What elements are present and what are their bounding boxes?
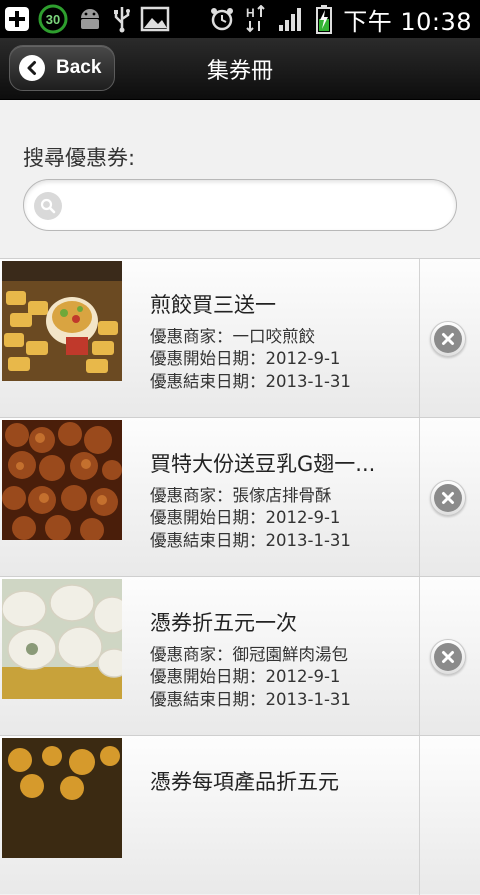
- coupon-title: 憑券折五元一次: [150, 611, 297, 635]
- notification-count: 30: [46, 12, 60, 27]
- coupon-row[interactable]: 憑券折五元一次 優惠商家：御冠園鮮肉湯包 優惠開始日期：2012-9-1 優惠結…: [0, 576, 480, 736]
- row-divider: [419, 736, 420, 895]
- svg-text:H: H: [246, 6, 255, 20]
- coupon-title: 憑券每項產品折五元: [150, 770, 339, 794]
- coupon-merchant: 優惠商家：張傢店排骨酥: [150, 486, 332, 505]
- coupon-start-date: 優惠開始日期：2012-9-1: [150, 667, 341, 686]
- coupon-end-date: 優惠結束日期：2013-1-31: [150, 690, 351, 709]
- delete-button[interactable]: [430, 321, 466, 357]
- coupon-image: [2, 738, 122, 858]
- coupon-row[interactable]: 買特大份送豆乳G翅一... 優惠商家：張傢店排骨酥 優惠開始日期：2012-9-…: [0, 417, 480, 577]
- coupon-image: [2, 261, 122, 381]
- delete-button[interactable]: [430, 639, 466, 675]
- search-box[interactable]: [23, 179, 457, 231]
- title-bar: Back 集券冊: [0, 38, 480, 100]
- coupon-merchant: 優惠商家：御冠園鮮肉湯包: [150, 645, 348, 664]
- notification-30-icon: 30: [38, 4, 68, 34]
- status-time: 下午 10:38: [343, 7, 472, 36]
- alarm-icon: [209, 6, 235, 32]
- row-divider: [419, 577, 420, 736]
- close-icon: [434, 643, 462, 671]
- coupon-title: 買特大份送豆乳G翅一...: [150, 452, 376, 476]
- image-icon: [140, 6, 170, 32]
- search-input[interactable]: [70, 188, 440, 222]
- row-divider: [419, 418, 420, 577]
- add-icon: [4, 6, 30, 32]
- coupon-image: [2, 420, 122, 540]
- row-divider: [419, 259, 420, 418]
- page-title: 集券冊: [206, 59, 273, 84]
- coupon-merchant: 優惠商家：一口咬煎餃: [150, 327, 315, 346]
- coupon-start-date: 優惠開始日期：2012-9-1: [150, 508, 341, 527]
- close-icon: [434, 484, 462, 512]
- usb-icon: [112, 5, 132, 33]
- search-label: 搜尋優惠券:: [23, 146, 136, 170]
- close-icon: [434, 325, 462, 353]
- search-icon: [34, 192, 62, 220]
- data-transfer-icon: H: [245, 5, 267, 33]
- coupon-end-date: 優惠結束日期：2013-1-31: [150, 531, 351, 550]
- status-bar-right: H 下午 10:38: [209, 3, 472, 36]
- coupon-image: [2, 579, 122, 699]
- coupon-row[interactable]: 憑券每項產品折五元: [0, 735, 480, 895]
- android-icon: [76, 5, 104, 33]
- delete-button[interactable]: [430, 480, 466, 516]
- battery-charging-icon: [315, 4, 333, 34]
- signal-icon: [277, 5, 305, 33]
- coupon-list: 煎餃買三送一 優惠商家：一口咬煎餃 優惠開始日期：2012-9-1 優惠結束日期…: [0, 258, 480, 895]
- coupon-end-date: 優惠結束日期：2013-1-31: [150, 372, 351, 391]
- coupon-row[interactable]: 煎餃買三送一 優惠商家：一口咬煎餃 優惠開始日期：2012-9-1 優惠結束日期…: [0, 258, 480, 418]
- coupon-title: 煎餃買三送一: [150, 293, 276, 317]
- status-bar: 30 H 下午 10:38: [0, 0, 480, 38]
- status-bar-left: 30: [4, 4, 170, 34]
- coupon-start-date: 優惠開始日期：2012-9-1: [150, 349, 341, 368]
- search-section: 搜尋優惠券:: [0, 100, 480, 258]
